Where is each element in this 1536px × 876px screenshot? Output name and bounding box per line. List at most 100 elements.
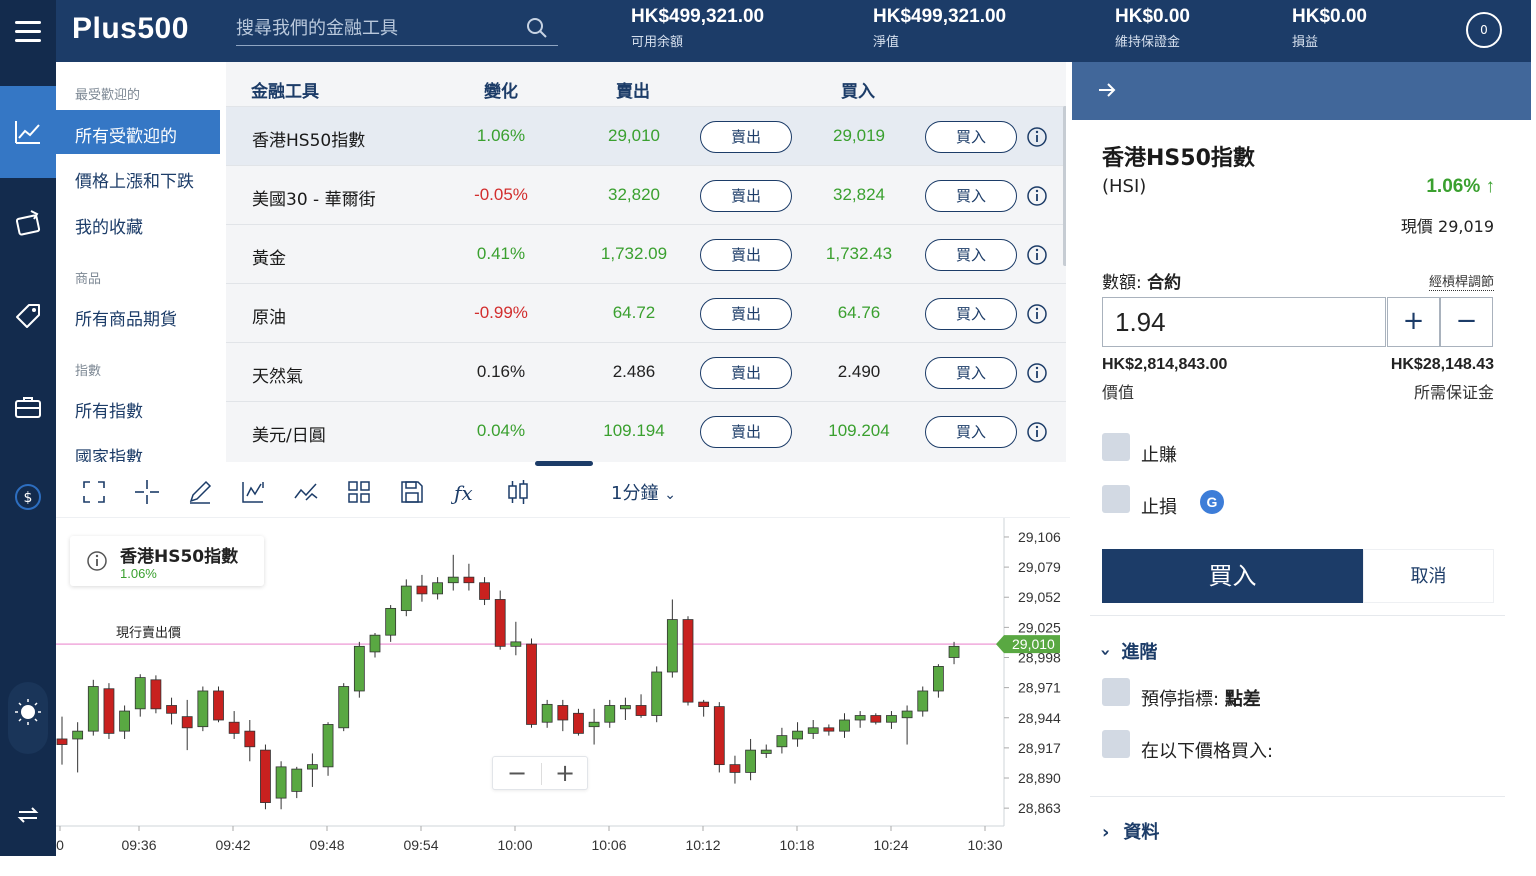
search-input[interactable] bbox=[236, 12, 516, 44]
zoom-in-button[interactable]: + bbox=[541, 759, 589, 789]
stop-loss-checkbox[interactable] bbox=[1102, 485, 1130, 513]
info-icon[interactable] bbox=[1026, 362, 1048, 384]
instrument-name[interactable]: 香港HS50指數 bbox=[252, 126, 365, 151]
quantity-decrease-button[interactable]: − bbox=[1440, 297, 1493, 347]
info-icon[interactable] bbox=[1026, 244, 1048, 266]
header-sell[interactable]: 賣出 bbox=[616, 77, 650, 102]
switch-account-button[interactable] bbox=[0, 792, 56, 838]
sell-button[interactable]: 賣出 bbox=[700, 298, 792, 330]
info-icon[interactable] bbox=[1026, 303, 1048, 325]
sell-button[interactable]: 賣出 bbox=[700, 180, 792, 212]
cancel-button[interactable]: 取消 bbox=[1363, 549, 1494, 603]
candle-body bbox=[917, 690, 929, 712]
buy-button[interactable]: 買入 bbox=[925, 357, 1017, 389]
table-row[interactable]: 美國30 - 華爾街 -0.05% 32,820 賣出 32,824 買入 bbox=[226, 165, 1066, 224]
take-profit-checkbox[interactable] bbox=[1102, 433, 1130, 461]
divider bbox=[1090, 615, 1505, 616]
buy-price: 1,732.43 bbox=[825, 244, 893, 263]
stop-indicator-checkbox[interactable] bbox=[1102, 678, 1130, 706]
buy-button[interactable]: 買入 bbox=[925, 180, 1017, 212]
portfolio-nav-button[interactable] bbox=[0, 384, 56, 430]
candle-body bbox=[886, 715, 897, 723]
chart-type-icon[interactable] bbox=[239, 478, 267, 506]
hamburger-menu-button[interactable] bbox=[0, 0, 56, 62]
search-icon[interactable] bbox=[526, 17, 548, 39]
sell-button[interactable]: 賣出 bbox=[700, 239, 792, 271]
info-icon[interactable] bbox=[86, 550, 108, 572]
orders-nav-button[interactable] bbox=[0, 200, 56, 246]
sell-price: 32,820 bbox=[608, 185, 660, 204]
candle-body bbox=[698, 701, 710, 707]
divider bbox=[1090, 796, 1505, 797]
table-scrollbar[interactable] bbox=[1063, 106, 1066, 266]
buy-button[interactable]: 買入 bbox=[925, 121, 1017, 153]
candle-body bbox=[228, 721, 240, 734]
funds-nav-button[interactable]: $ bbox=[0, 474, 56, 520]
header-buy[interactable]: 買入 bbox=[841, 77, 875, 102]
instrument-change: -0.99% bbox=[474, 303, 528, 322]
instrument-symbol: (HSI) bbox=[1102, 176, 1147, 197]
sell-button[interactable]: 賣出 bbox=[700, 357, 792, 389]
info-toggle[interactable]: › 資料 bbox=[1102, 818, 1159, 844]
table-row[interactable]: 黃金 0.41% 1,732.09 賣出 1,732.43 買入 bbox=[226, 224, 1066, 283]
info-icon[interactable] bbox=[1026, 421, 1048, 443]
candle-body bbox=[557, 705, 569, 721]
header-instrument[interactable]: 金融工具 bbox=[251, 77, 319, 102]
category-all-commodities[interactable]: 所有商品期貨 bbox=[75, 305, 177, 330]
category-all-indices[interactable]: 所有指數 bbox=[75, 397, 143, 422]
layout-icon[interactable] bbox=[345, 478, 373, 506]
top-bar: Plus500 HK$499,321.00可用余額 HK$499,321.00淨… bbox=[0, 0, 1531, 62]
quantity-input[interactable] bbox=[1102, 297, 1386, 347]
header-change[interactable]: 變化 bbox=[484, 77, 518, 102]
guaranteed-stop-badge[interactable]: G bbox=[1200, 490, 1224, 514]
search-box[interactable] bbox=[236, 12, 558, 46]
category-country-indices[interactable]: 國家指數 bbox=[75, 443, 143, 462]
trade-nav-button[interactable] bbox=[0, 86, 56, 178]
table-row[interactable]: 香港HS50指數 1.06% 29,010 賣出 29,019 買入 bbox=[226, 106, 1066, 165]
instrument-name[interactable]: 黃金 bbox=[252, 244, 286, 269]
buy-button[interactable]: 買入 bbox=[925, 239, 1017, 271]
instrument-name[interactable]: 美元/日圓 bbox=[252, 421, 326, 446]
notifications-badge[interactable]: 0 bbox=[1466, 12, 1502, 48]
info-icon[interactable] bbox=[1026, 185, 1048, 207]
info-icon[interactable] bbox=[1026, 126, 1048, 148]
zoom-out-button[interactable]: − bbox=[493, 759, 541, 789]
category-favorites[interactable]: 我的收藏 bbox=[75, 213, 143, 238]
timeframe-selector[interactable]: 1分鐘 ⌄ bbox=[611, 479, 676, 505]
sell-button[interactable]: 賣出 bbox=[700, 121, 792, 153]
crosshair-icon[interactable] bbox=[133, 478, 161, 506]
leverage-link[interactable]: 經槓桿調節 bbox=[1428, 271, 1494, 291]
buy-button[interactable]: 買入 bbox=[925, 298, 1017, 330]
draw-icon[interactable] bbox=[186, 478, 214, 506]
arrow-right-icon[interactable] bbox=[1096, 79, 1118, 101]
table-row[interactable]: 天然氣 0.16% 2.486 賣出 2.490 買入 bbox=[226, 342, 1066, 401]
instrument-name[interactable]: 美國30 - 華爾街 bbox=[252, 185, 376, 210]
candle-icon[interactable] bbox=[504, 478, 532, 506]
candle-body bbox=[526, 643, 537, 725]
buy-button[interactable]: 買入 bbox=[925, 416, 1017, 448]
candle-body bbox=[56, 738, 68, 745]
sell-button[interactable]: 賣出 bbox=[700, 416, 792, 448]
tag-nav-button[interactable] bbox=[0, 292, 56, 338]
fullscreen-icon[interactable] bbox=[80, 478, 108, 506]
instrument-name[interactable]: 原油 bbox=[252, 303, 286, 328]
category-all-popular[interactable]: 所有受歡迎的 bbox=[75, 122, 177, 147]
order-panel: 香港HS50指數 (HSI) 1.06% ↑ 現價 29,019 數額: 合約 … bbox=[1072, 62, 1531, 856]
instrument-name[interactable]: 天然氣 bbox=[252, 362, 303, 387]
category-risers-fallers[interactable]: 價格上漲和下跌 bbox=[75, 167, 194, 192]
quantity-increase-button[interactable]: + bbox=[1387, 297, 1440, 347]
table-row[interactable]: 美元/日圓 0.04% 109.194 賣出 109.204 買入 bbox=[226, 401, 1066, 460]
save-icon[interactable] bbox=[398, 478, 426, 506]
x-tick-label: 09:48 bbox=[309, 837, 344, 853]
price-chart[interactable]: 29,106 29,079 29,052 29,025 28,998 28,971 28,9… bbox=[56, 518, 1070, 856]
theme-toggle[interactable] bbox=[8, 682, 48, 754]
limit-buy-checkbox[interactable] bbox=[1102, 730, 1130, 758]
function-icon[interactable]: ƒx bbox=[451, 478, 479, 506]
buy-button[interactable]: 買入 bbox=[1102, 549, 1363, 603]
advanced-toggle[interactable]: › 進階 bbox=[1095, 638, 1157, 664]
indicator-icon[interactable] bbox=[292, 478, 320, 506]
y-tick-label: 29,106 bbox=[1018, 529, 1061, 545]
table-row[interactable]: 原油 -0.99% 64.72 賣出 64.76 買入 bbox=[226, 283, 1066, 342]
switch-arrows-icon bbox=[17, 807, 39, 823]
y-tick-label: 28,971 bbox=[1018, 680, 1061, 696]
